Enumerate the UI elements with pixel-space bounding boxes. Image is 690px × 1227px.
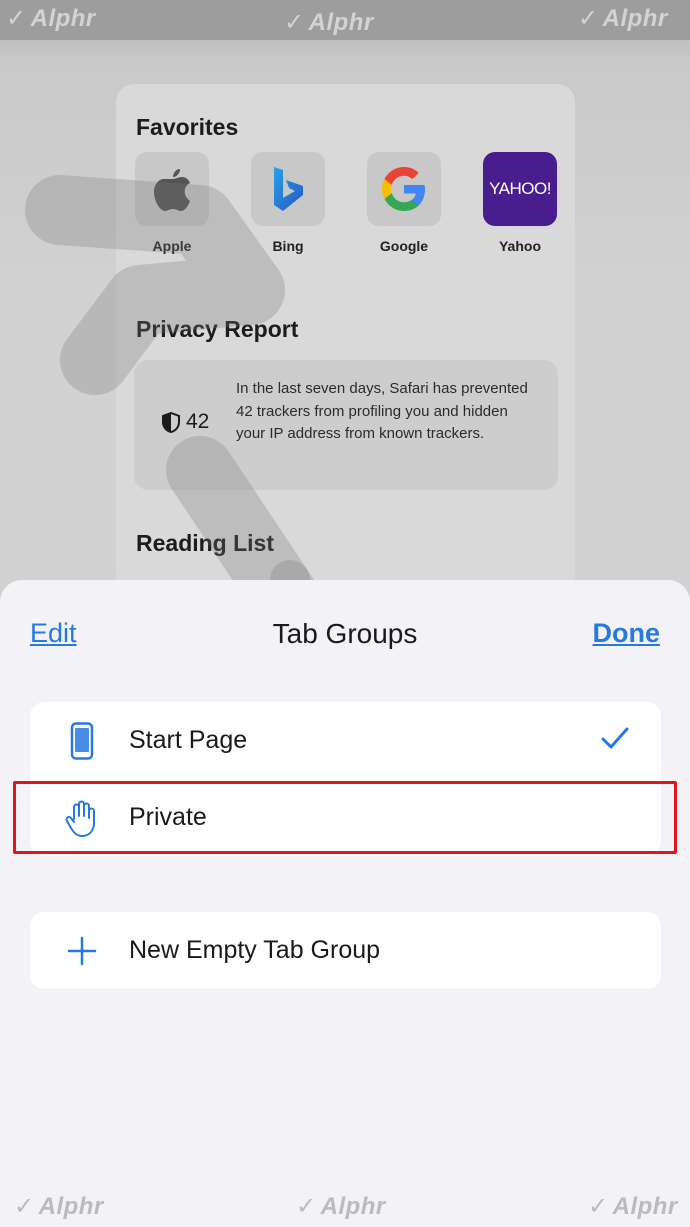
shield-icon — [162, 411, 180, 433]
plus-icon — [64, 932, 100, 970]
sheet-title: Tab Groups — [272, 618, 418, 649]
favorite-label: Google — [379, 238, 429, 254]
tab-group-label: Start Page — [129, 726, 248, 754]
yahoo-logo-icon: YAHOO! — [483, 152, 557, 226]
favorite-google[interactable]: Google — [366, 152, 442, 254]
watermark-bottom-left: ✓ Alphr — [14, 1193, 104, 1220]
new-group-label: New Empty Tab Group — [129, 936, 381, 964]
favorite-label: Bing — [272, 238, 304, 254]
done-button[interactable]: Done — [593, 618, 661, 649]
favorite-label: Apple — [152, 238, 192, 254]
favorite-bing[interactable]: Bing — [250, 152, 326, 254]
start-page-card: Favorites Apple Bing Google YAHOO! Yahoo… — [116, 84, 575, 604]
google-logo-icon — [367, 152, 441, 226]
bing-logo-icon — [251, 152, 325, 226]
sheet-header: Edit Tab Groups Done — [0, 608, 690, 658]
tab-group-private[interactable]: Private — [30, 779, 661, 856]
watermark-top-left: ✓ Alphr — [6, 5, 96, 32]
tab-group-list: Start Page Private — [30, 702, 661, 856]
phone-icon — [64, 722, 100, 760]
privacy-report-card[interactable]: 42 In the last seven days, Safari has pr… — [134, 360, 558, 490]
privacy-description: In the last seven days, Safari has preve… — [236, 380, 528, 442]
tab-group-label: Private — [129, 803, 207, 831]
favorite-apple[interactable]: Apple — [134, 152, 210, 254]
apple-logo-icon — [135, 152, 209, 226]
tracker-count: 42 — [186, 410, 210, 433]
new-empty-tab-group-button[interactable]: New Empty Tab Group — [30, 912, 661, 989]
watermark-bottom-center: ✓ Alphr — [296, 1193, 386, 1220]
reading-list-title: Reading List — [136, 530, 275, 556]
favorite-label: Yahoo — [498, 238, 541, 254]
watermark-top-center: ✓ Alphr — [284, 9, 374, 36]
tab-groups-sheet: Edit Tab Groups Done Start Page Private … — [0, 580, 690, 1227]
watermark-bottom-right: ✓ Alphr — [588, 1193, 678, 1220]
hand-icon — [64, 799, 100, 837]
favorite-yahoo[interactable]: YAHOO! Yahoo — [482, 152, 558, 254]
tab-group-start-page[interactable]: Start Page — [30, 702, 661, 779]
privacy-report-title: Privacy Report — [136, 316, 299, 342]
watermark-top-right: ✓ Alphr — [578, 5, 668, 32]
checkmark-icon — [601, 726, 629, 755]
privacy-count: 42 — [162, 410, 209, 434]
favorites-title: Favorites — [136, 114, 239, 140]
